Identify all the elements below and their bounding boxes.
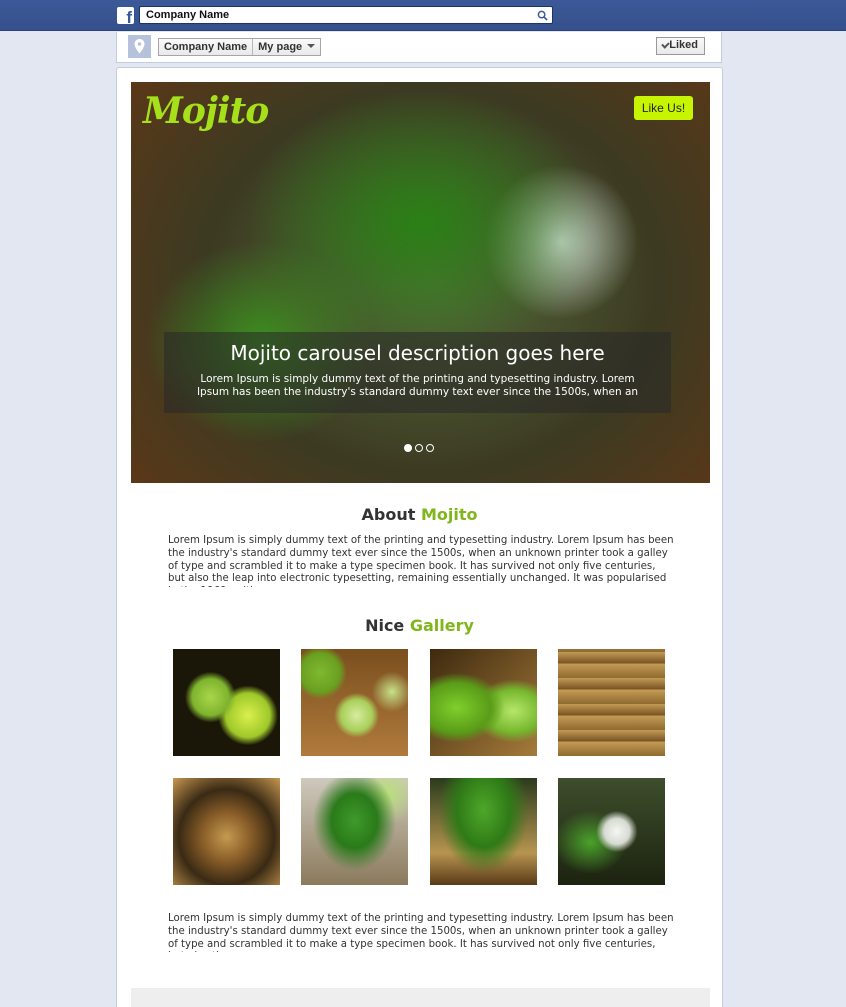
carousel-caption-text: Lorem Ipsum is simply dummy text of the … — [196, 373, 639, 398]
carousel-dot-3[interactable] — [426, 444, 434, 452]
carousel-caption: Mojito carousel description goes here Lo… — [164, 332, 671, 413]
liked-button[interactable]: Liked — [656, 37, 705, 55]
chevron-down-icon — [307, 44, 316, 48]
page-header-bar: Company Name My page Liked — [116, 32, 722, 63]
facebook-logo-icon[interactable]: f — [117, 7, 134, 26]
hero-carousel[interactable]: Mojito Like Us! Mojito carousel descript… — [131, 82, 710, 483]
footer-panel — [131, 988, 710, 1007]
gallery-heading-plain: Nice — [365, 616, 410, 635]
map-pin-icon[interactable] — [128, 35, 151, 58]
brand-logo-text: Mojito — [143, 90, 269, 132]
gallery-image-sugar-cubes[interactable] — [558, 649, 665, 756]
like-us-button[interactable]: Like Us! — [634, 96, 693, 120]
about-heading-accent: Mojito — [420, 505, 478, 524]
about-heading-plain: About — [361, 505, 421, 524]
gallery-heading: Nice Gallery — [117, 616, 722, 635]
gallery-image-sugar-in-glass[interactable] — [173, 778, 280, 885]
carousel-dot-2[interactable] — [415, 444, 423, 452]
facebook-top-bar: f Company Name — [0, 0, 846, 31]
gallery-image-mojito-glass[interactable] — [558, 778, 665, 885]
gallery-image-lime-wedges[interactable] — [430, 649, 537, 756]
gallery-image-lime-slices[interactable] — [301, 649, 408, 756]
image-gallery — [173, 649, 666, 885]
liked-label: Liked — [669, 39, 698, 51]
search-icon[interactable] — [537, 10, 548, 21]
gallery-heading-accent: Gallery — [409, 616, 474, 635]
gallery-image-mint-and-ice[interactable] — [301, 778, 408, 885]
gallery-image-limes-dark[interactable] — [173, 649, 280, 756]
company-name-link[interactable]: Company Name — [159, 39, 252, 55]
footer-text: Lorem Ipsum is simply dummy text of the … — [168, 913, 674, 952]
carousel-indicators — [404, 444, 434, 452]
carousel-dot-1[interactable] — [404, 444, 412, 452]
about-text: Lorem Ipsum is simply dummy text of the … — [168, 535, 674, 587]
search-input[interactable]: Company Name — [139, 6, 553, 24]
gallery-image-mint-in-glass[interactable] — [430, 778, 537, 885]
search-value: Company Name — [146, 9, 230, 21]
page-content-card: Mojito Like Us! Mojito carousel descript… — [116, 67, 723, 1007]
my-page-dropdown[interactable]: My page — [252, 39, 320, 55]
carousel-caption-title: Mojito carousel description goes here — [230, 341, 605, 365]
about-heading: About Mojito — [117, 505, 722, 524]
page-breadcrumb: Company Name My page — [158, 38, 322, 56]
my-page-label: My page — [258, 41, 303, 53]
